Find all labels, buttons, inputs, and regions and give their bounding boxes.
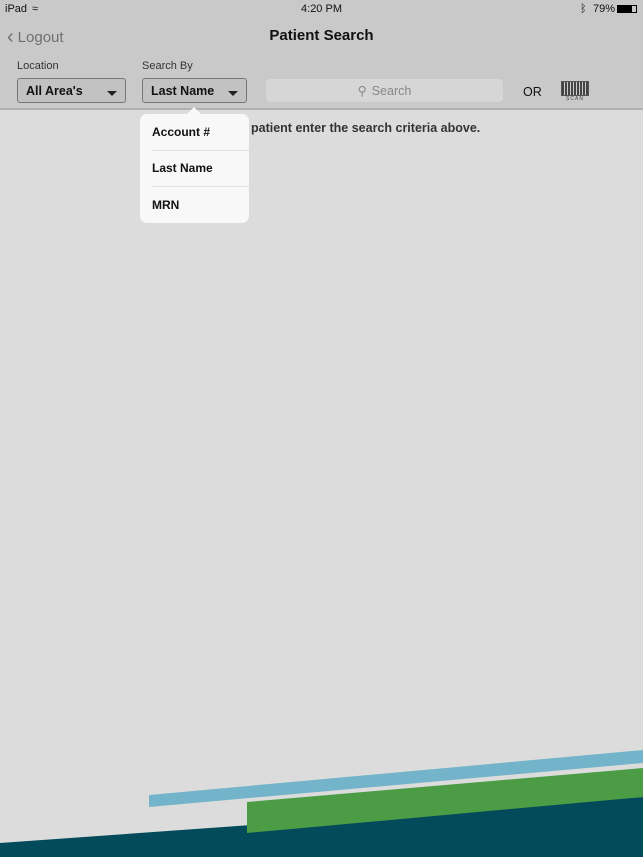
footer-decoration — [0, 750, 643, 857]
